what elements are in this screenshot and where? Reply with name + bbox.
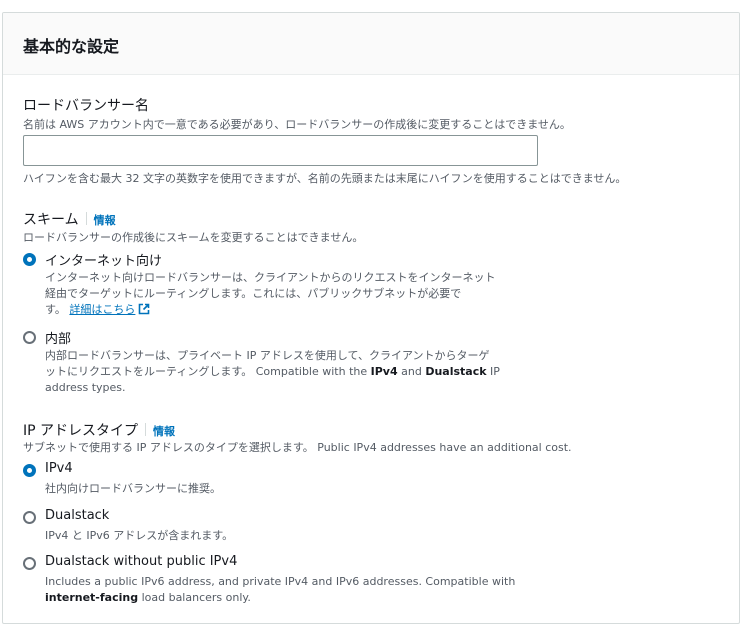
lb-name-input[interactable] bbox=[23, 135, 538, 166]
desc-line: ットにリクエストをルーティングします。 Compatible with the … bbox=[45, 364, 545, 380]
desc-line: 経由でターゲットにルーティングします。これには、パブリックサブネットが必要で bbox=[45, 287, 462, 300]
scheme-internet-facing-radio[interactable] bbox=[23, 253, 36, 266]
desc-line: す。 詳細はこちら bbox=[45, 302, 545, 320]
section-title: 基本的な設定 bbox=[23, 37, 120, 56]
desc-text: IP bbox=[486, 365, 500, 378]
lb-name-description: 名前は AWS アカウント内で一意である必要があり、ロードバランサーの作成後に変… bbox=[23, 118, 571, 131]
basic-settings-panel: 基本的な設定 ロードバランサー名 名前は AWS アカウント内で一意である必要が… bbox=[2, 12, 740, 624]
ip-type-description: サブネットで使用する IP アドレスのタイプを選択します。 Public IPv… bbox=[23, 441, 572, 454]
desc-line: 内部ロードバランサーは、プライベート IP アドレスを使用して、クライアントから… bbox=[45, 349, 490, 362]
scheme-internet-facing-desc: インターネット向けロードバランサーは、クライアントからのリクエストをインターネッ… bbox=[45, 270, 545, 320]
lb-name-label: ロードバランサー名 bbox=[23, 98, 149, 114]
scheme-info-link[interactable]: 情報 bbox=[94, 214, 116, 227]
scheme-internal-desc: 内部ロードバランサーは、プライベート IP アドレスを使用して、クライアントから… bbox=[45, 348, 545, 396]
desc-text: ットにリクエストをルーティングします。 Compatible with the bbox=[45, 365, 371, 378]
desc-prefix: す。 bbox=[45, 303, 66, 316]
desc-line: Includes a public IPv6 address, and priv… bbox=[45, 575, 516, 588]
divider bbox=[85, 212, 87, 225]
ip-type-heading: IP アドレスタイプ 情報 bbox=[23, 420, 175, 440]
ip-type-label: IP アドレスタイプ bbox=[23, 423, 139, 439]
ip-type-dualstack-no-public-desc: Includes a public IPv6 address, and priv… bbox=[45, 574, 545, 606]
ip-type-dualstack-radio[interactable] bbox=[23, 511, 36, 524]
ip-type-dualstack-no-public-radio[interactable] bbox=[23, 557, 36, 570]
divider bbox=[145, 423, 147, 436]
scheme-heading: スキーム 情報 bbox=[23, 209, 116, 229]
ip-type-ipv4-radio[interactable] bbox=[23, 464, 36, 477]
desc-text: load balancers only. bbox=[138, 591, 251, 604]
panel-header: 基本的な設定 bbox=[3, 13, 739, 75]
learn-more-link[interactable]: 詳細はこちら bbox=[69, 303, 135, 316]
desc-line: address types. bbox=[45, 381, 126, 394]
ip-type-dualstack-label[interactable]: Dualstack bbox=[45, 508, 109, 523]
scheme-internal-radio[interactable] bbox=[23, 331, 36, 344]
desc-text: and bbox=[397, 365, 426, 378]
internet-facing-bold: internet-facing bbox=[45, 591, 139, 604]
external-link-icon[interactable] bbox=[138, 303, 150, 320]
dualstack-bold: Dualstack bbox=[425, 365, 487, 378]
scheme-label: スキーム bbox=[23, 212, 79, 228]
ip-type-ipv4-label[interactable]: IPv4 bbox=[45, 461, 73, 476]
lb-name-constraint: ハイフンを含む最大 32 文字の英数字を使用できますが、名前の先頭または末尾にハ… bbox=[23, 172, 627, 185]
scheme-description: ロードバランサーの作成後にスキームを変更することはできません。 bbox=[23, 231, 364, 244]
ipv4-bold: IPv4 bbox=[370, 365, 398, 378]
ip-type-dualstack-no-public-label[interactable]: Dualstack without public IPv4 bbox=[45, 554, 237, 569]
ip-type-dualstack-desc: IPv4 と IPv6 アドレスが含まれます。 bbox=[45, 529, 234, 542]
scheme-internet-facing-label[interactable]: インターネット向け bbox=[45, 250, 162, 269]
scheme-internal-label[interactable]: 内部 bbox=[45, 328, 71, 347]
ip-type-info-link[interactable]: 情報 bbox=[153, 425, 175, 438]
ip-type-ipv4-desc: 社内向けロードバランサーに推奨。 bbox=[45, 482, 221, 495]
desc-line: internet-facing load balancers only. bbox=[45, 590, 545, 606]
desc-line: インターネット向けロードバランサーは、クライアントからのリクエストをインターネッ… bbox=[45, 271, 496, 284]
